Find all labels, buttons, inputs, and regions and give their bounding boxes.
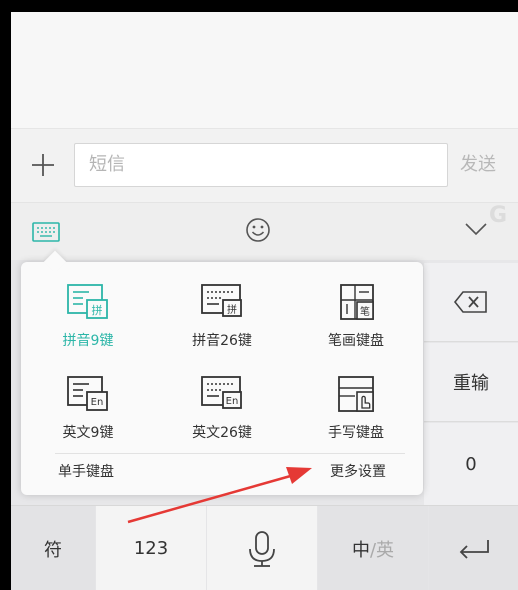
message-composer: 短信 发送 [11,128,518,203]
phone-screen: 短信 发送 G 重输 0 符 123 中 /英 拼 拼音9键 拼 拼音26键 笔… [11,12,518,590]
keyboard-bottom-row: 符 123 中/英 [11,505,518,590]
sms-input[interactable]: 短信 [74,143,448,187]
keyboard-type-menu: 拼 拼音9键 拼 拼音26键 笔 笔画键盘 En 英文9键 En 英文26键 手… [21,250,423,495]
symbol-label: 符 [44,539,62,561]
language-primary: 中 [351,539,370,561]
watermark: G [489,203,508,228]
option-english-26[interactable]: En 英文26键 [155,360,289,450]
option-english-9[interactable]: En 英文9键 [21,360,155,450]
option-pinyin-9[interactable]: 拼 拼音9键 [21,268,155,358]
svg-text:拼: 拼 [227,303,237,316]
svg-text:笔: 笔 [360,305,370,318]
more-settings-button[interactable]: 更多设置 [330,461,386,481]
option-handwriting[interactable]: 手写键盘 [289,360,423,450]
svg-text:En: En [226,396,239,407]
enter-icon [459,539,489,559]
send-button[interactable]: 发送 [460,143,510,187]
message-area [11,12,518,128]
english-9-keyboard-icon: En [67,376,108,411]
add-attachment-button[interactable] [27,145,59,185]
english-26-keyboard-icon: En [201,376,242,409]
svg-text:拼: 拼 [92,303,103,317]
pinyin-9-keyboard-icon: 拼 [67,284,108,319]
keyboard-switch-icon[interactable] [31,217,61,247]
emoji-icon[interactable] [242,214,274,246]
voice-input-key[interactable] [207,506,317,590]
enter-key[interactable] [429,506,518,590]
numbers-label: 123 [133,538,169,559]
option-label: 英文9键 [62,425,114,441]
option-pinyin-26[interactable]: 拼 拼音26键 [155,268,289,358]
option-label: 英文26键 [192,425,252,441]
symbol-key[interactable]: 符 [11,506,95,590]
reinput-label: 重输 [453,373,489,394]
language-secondary: /英 [369,539,395,561]
svg-text:En: En [91,397,104,408]
option-label: 拼音9键 [62,333,114,349]
collapse-keyboard-icon[interactable] [462,215,490,243]
microphone-icon [249,530,275,567]
reinput-key[interactable]: 重输 [424,343,518,422]
zero-key[interactable]: 0 [424,423,518,506]
menu-divider [55,453,405,454]
handwriting-keyboard-icon [338,376,374,412]
input-toolbar: G [11,202,518,261]
zero-label: 0 [465,453,477,475]
delete-key[interactable] [424,263,518,342]
option-label: 拼音26键 [192,333,252,349]
numbers-key[interactable]: 123 [96,506,206,590]
backspace-icon [453,291,487,313]
option-stroke[interactable]: 笔 笔画键盘 [289,268,423,358]
one-hand-keyboard-button[interactable]: 单手键盘 [58,461,114,481]
stroke-keyboard-icon: 笔 [340,284,374,320]
option-label: 手写键盘 [328,425,384,441]
pinyin-26-keyboard-icon: 拼 [201,284,242,317]
plus-icon [32,154,54,176]
option-label: 笔画键盘 [328,333,384,349]
language-switch-key[interactable]: 中/英 [318,506,428,590]
